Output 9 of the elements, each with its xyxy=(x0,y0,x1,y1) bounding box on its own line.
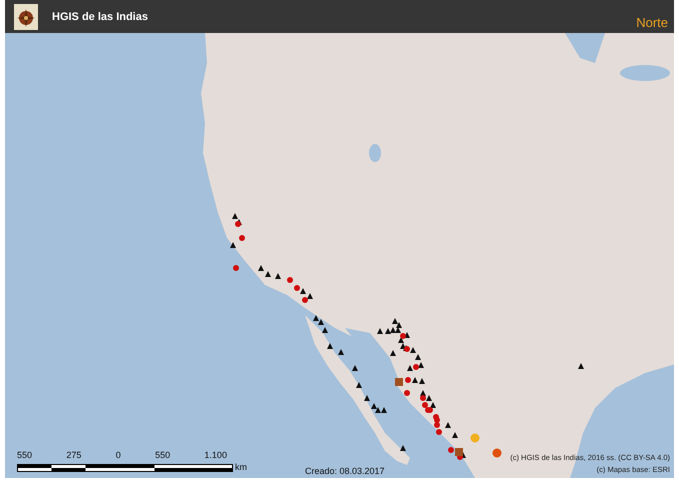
region-label: Norte xyxy=(636,15,668,30)
scale-label: 275 xyxy=(66,450,82,460)
scale-unit: km xyxy=(235,462,247,472)
scale-label: 0 xyxy=(116,450,121,460)
creation-date: Creado: 08.03.2017 xyxy=(305,466,385,476)
app-title: HGIS de las Indias xyxy=(52,10,149,22)
scale-label: 1.100 xyxy=(204,450,227,460)
scale-label: 550 xyxy=(155,450,170,460)
scale-label: 550 xyxy=(17,450,32,460)
